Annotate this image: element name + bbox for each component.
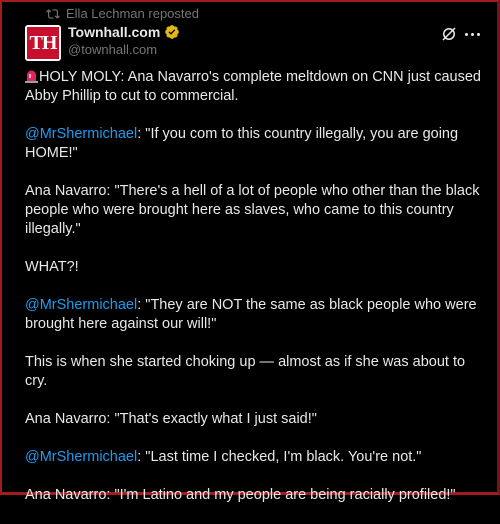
tweet-line-headline: HOLY MOLY: Ana Navarro's complete meltdo… bbox=[25, 69, 481, 104]
tweet-paragraph: HOLY MOLY: Ana Navarro's complete meltdo… bbox=[25, 68, 485, 106]
repost-icon bbox=[46, 8, 60, 19]
tweet-paragraph: WHAT?! bbox=[25, 258, 485, 277]
tweet-paragraph: Ana Navarro: "There's a hell of a lot of… bbox=[25, 182, 485, 239]
author-name[interactable]: Townhall.com bbox=[68, 24, 160, 40]
author-handle[interactable]: @townhall.com bbox=[68, 42, 180, 57]
gold-check-icon[interactable] bbox=[164, 24, 180, 40]
more-options-icon[interactable] bbox=[465, 33, 480, 36]
tweet-paragraph: @MrShermichael: "If you com to this coun… bbox=[25, 125, 485, 163]
siren-icon bbox=[25, 70, 38, 83]
exclamation-text: WHAT?! bbox=[25, 259, 79, 275]
repost-text: Ella Lechman reposted bbox=[66, 6, 199, 21]
quote-text: Ana Navarro: "I'm Latino and my people a… bbox=[25, 487, 456, 503]
tweet-paragraph: @MrShermichael: "They are NOT the same a… bbox=[25, 296, 485, 334]
repost-indicator[interactable]: Ella Lechman reposted bbox=[46, 6, 199, 21]
mention-link[interactable]: @MrShermichael bbox=[25, 126, 137, 142]
tweet-paragraph: @MrShermichael: "Last time I checked, I'… bbox=[25, 448, 485, 467]
mention-link[interactable]: @MrShermichael bbox=[25, 449, 137, 465]
avatar-logo: TH bbox=[27, 27, 59, 59]
tweet-text: HOLY MOLY: Ana Navarro's complete meltdo… bbox=[25, 68, 485, 524]
grok-icon[interactable] bbox=[440, 25, 458, 43]
tweet-paragraph: Ana Navarro: "I'm Latino and my people a… bbox=[25, 486, 485, 505]
mention-link[interactable]: @MrShermichael bbox=[25, 297, 137, 313]
narration-text: This is when she started choking up — al… bbox=[25, 354, 466, 389]
quote-text: Ana Navarro: "There's a hell of a lot of… bbox=[25, 183, 480, 237]
tweet-paragraph: Ana Navarro: "That's exactly what I just… bbox=[25, 410, 485, 429]
author-info: Townhall.com @townhall.com bbox=[68, 24, 180, 57]
avatar[interactable]: TH bbox=[25, 25, 61, 61]
quote-text: : "Last time I checked, I'm black. You'r… bbox=[137, 449, 422, 465]
tweet-paragraph: This is when she started choking up — al… bbox=[25, 353, 485, 391]
quote-text: Ana Navarro: "That's exactly what I just… bbox=[25, 411, 317, 427]
